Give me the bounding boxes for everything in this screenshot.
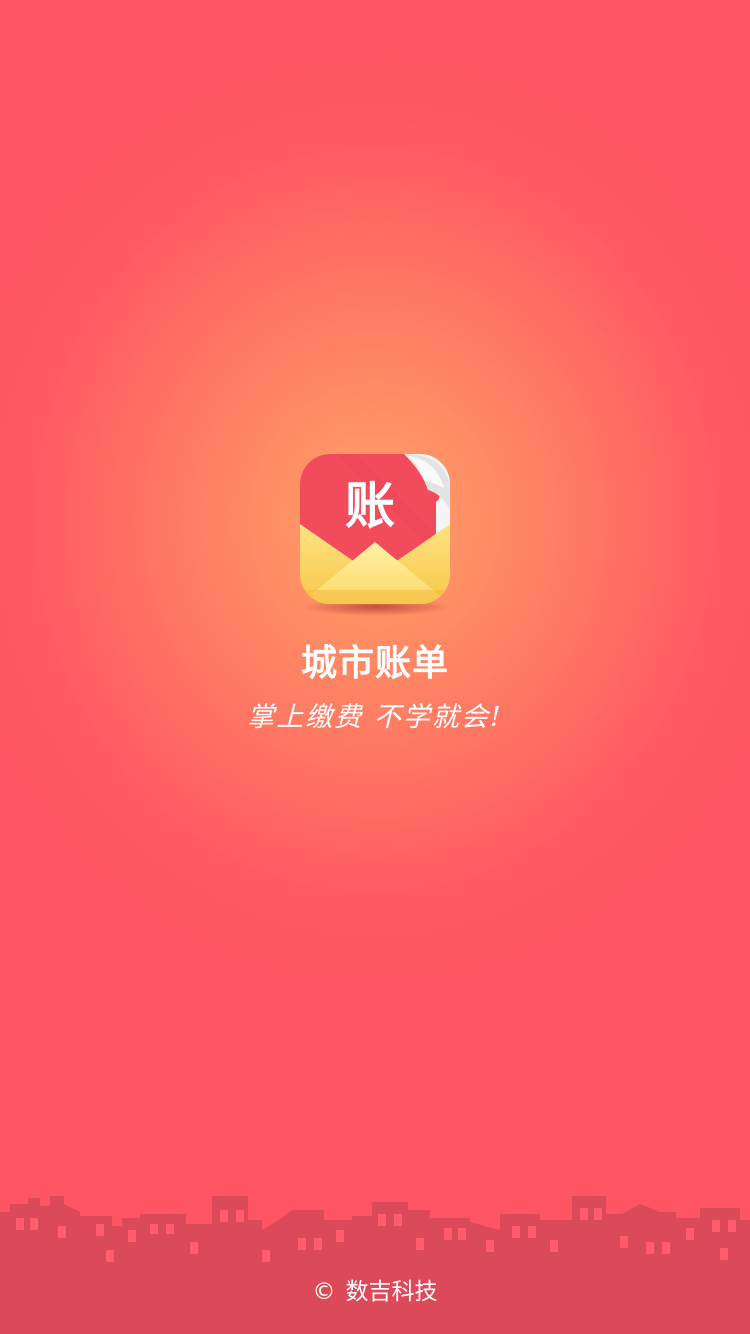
app-logo-icon: 账: [296, 450, 456, 620]
app-title: 城市账单: [300, 643, 449, 684]
splash-screen: 账 城市账单 掌上缴费 不学就会! © 数吉科技: [0, 0, 750, 1334]
copyright-symbol: ©: [312, 1279, 336, 1305]
copyright-footer: © 数吉科技: [0, 1276, 750, 1308]
city-skyline-illustration: [0, 1196, 750, 1334]
company-name: 数吉科技: [345, 1279, 438, 1305]
app-slogan: 掌上缴费 不学就会!: [247, 702, 503, 733]
icon-bill-character: 账: [345, 477, 395, 535]
